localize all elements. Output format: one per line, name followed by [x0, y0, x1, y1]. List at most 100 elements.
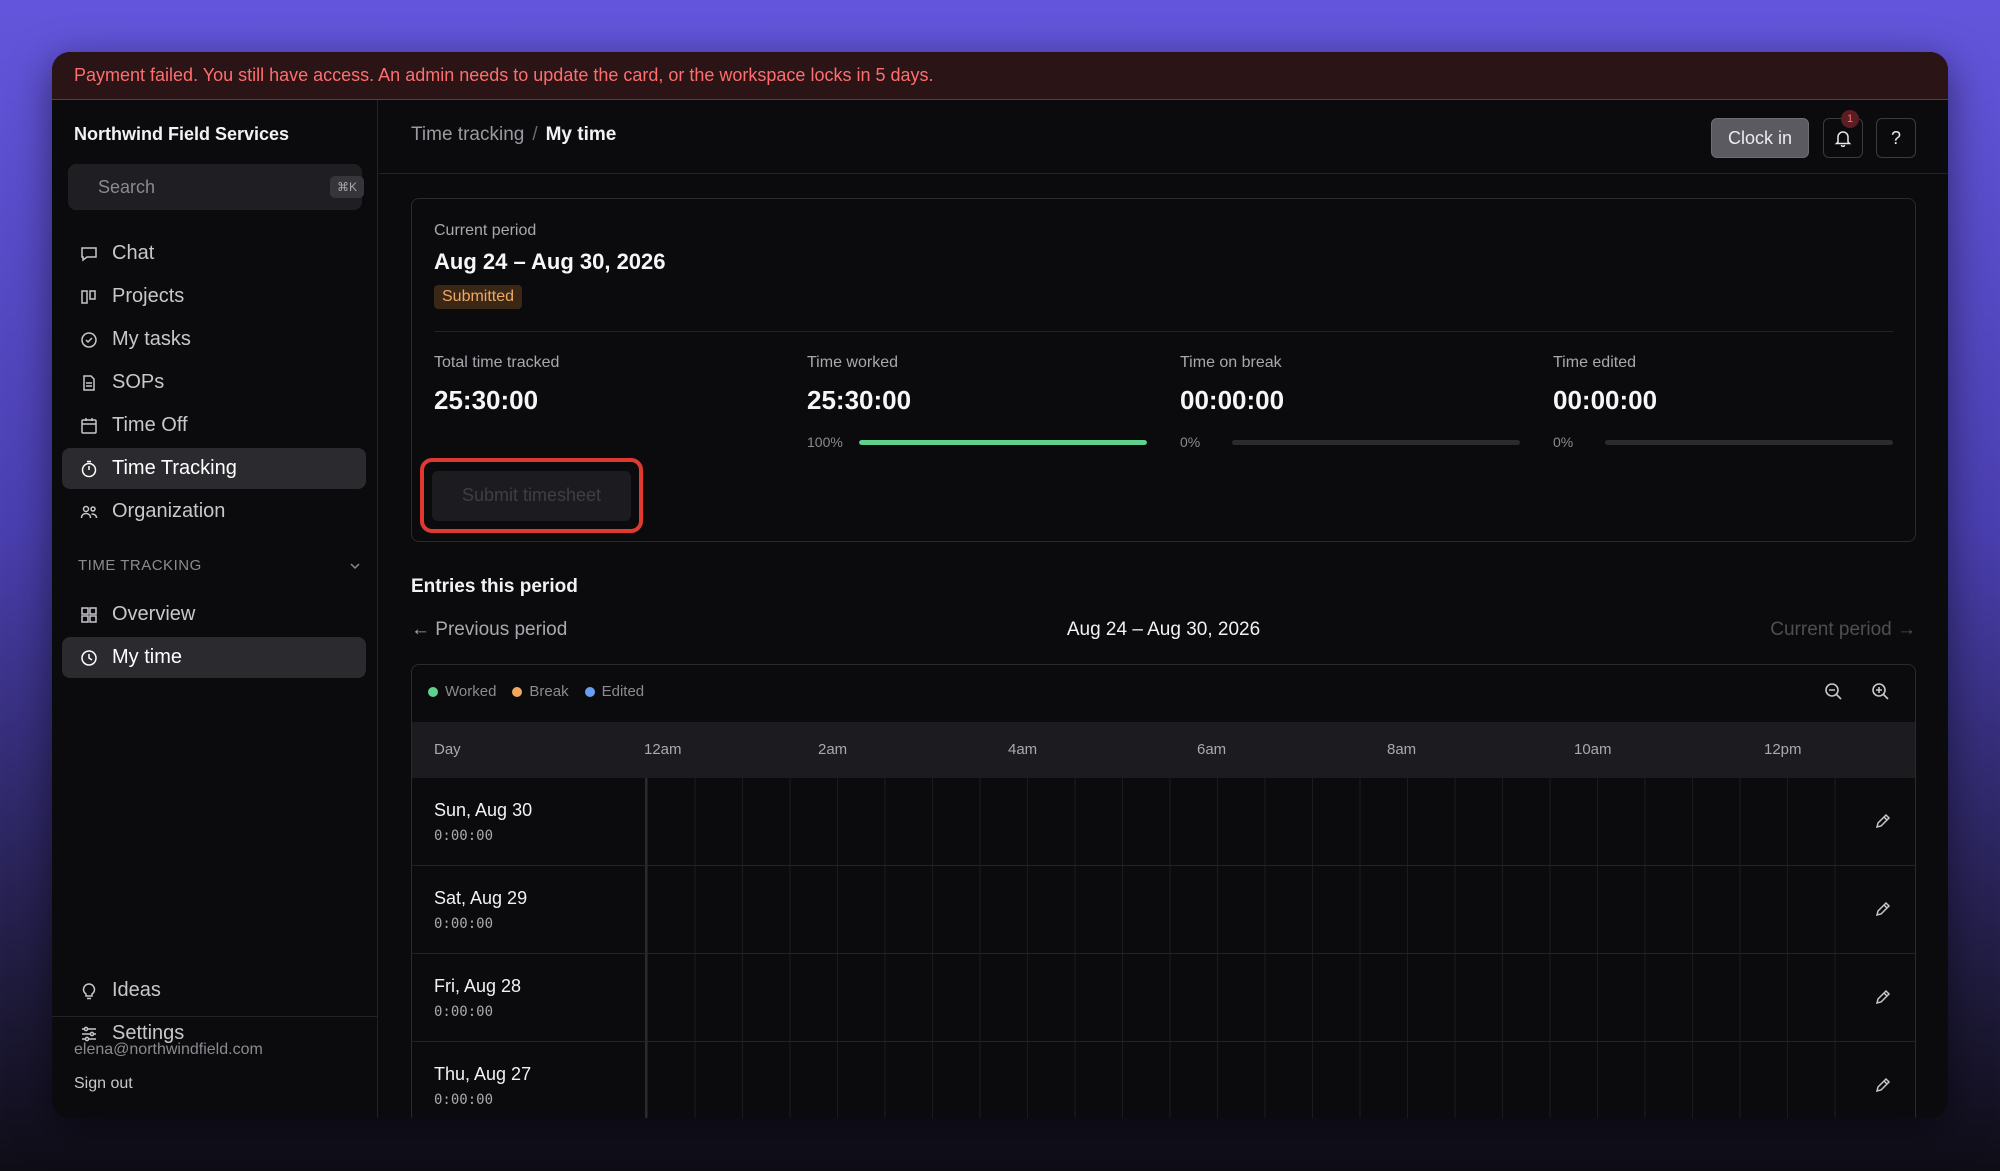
progress-fill [859, 439, 1147, 445]
row-duration: 0:00:00 [434, 1092, 494, 1108]
legend-break: Break [512, 683, 569, 700]
row-timeline[interactable] [645, 1042, 1865, 1118]
stat-time-worked: Time worked 25:30:00 100% [807, 354, 1147, 450]
grid-header: Day 12am 2am 4am 6am 8am 10am 12pm [412, 722, 1915, 778]
submit-timesheet-button[interactable]: Submit timesheet [432, 470, 631, 521]
previous-period-button[interactable]: ← Previous period [411, 619, 567, 641]
period-label: Current period [434, 222, 537, 239]
stat-label: Time worked [807, 354, 898, 371]
sidebar-item-organization[interactable]: Organization [62, 491, 366, 532]
breadcrumb-parent[interactable]: Time tracking [411, 124, 524, 145]
row-timeline[interactable] [645, 866, 1865, 953]
stat-total-time: Total time tracked 25:30:00 [434, 354, 774, 416]
hour-label: 2am [818, 741, 848, 758]
notifications-button[interactable]: 1 [1823, 110, 1863, 158]
clock-in-button[interactable]: Clock in [1710, 118, 1809, 158]
sidebar-item-ideas[interactable]: Ideas [62, 970, 366, 1011]
bell-icon [1834, 131, 1852, 147]
zoom-out-icon[interactable] [1823, 681, 1845, 703]
status-badge: Submitted [434, 285, 523, 309]
stat-value: 25:30:00 [434, 385, 539, 415]
pencil-icon[interactable] [1873, 1075, 1893, 1095]
legend-label: Worked [445, 683, 497, 700]
sidebar-item-chat[interactable]: Chat [62, 233, 366, 274]
stat-progress: 0% [1553, 434, 1893, 450]
current-period-card: Current period Aug 24 – Aug 30, 2026 Sub… [411, 198, 1916, 542]
sign-out-link[interactable]: Sign out [74, 1075, 133, 1093]
sidebar-item-time-tracking[interactable]: Time Tracking [62, 448, 366, 489]
breadcrumb-current: My time [545, 124, 617, 145]
projects-icon [81, 289, 96, 304]
sidebar-item-label: Projects [112, 285, 185, 307]
sidebar-item-time-off[interactable]: Time Off [62, 405, 366, 446]
sidebar-item-label: Chat [112, 242, 155, 264]
legend: Worked Break Edited [428, 683, 660, 700]
stat-progress: 100% [807, 434, 1147, 450]
progress-track [1232, 439, 1520, 445]
zoom-in-icon[interactable] [1870, 681, 1892, 703]
chat-icon [81, 246, 97, 261]
stat-label: Total time tracked [434, 354, 560, 371]
stat-label: Time edited [1553, 354, 1636, 371]
chevron-down-icon [350, 562, 360, 569]
row-timeline[interactable] [645, 954, 1865, 1041]
period-range: Aug 24 – Aug 30, 2026 [434, 249, 666, 274]
legend-dot [584, 686, 595, 697]
hour-label: 6am [1197, 741, 1227, 758]
submit-highlight: Submit timesheet [420, 458, 643, 533]
legend-label: Break [529, 683, 569, 700]
lightbulb-icon [82, 982, 96, 999]
sidebar-footer: elena@northwindfield.com Sign out [52, 1016, 377, 1118]
pencil-icon[interactable] [1873, 811, 1893, 831]
table-row: Fri, Aug 28 0:00:00 [412, 954, 1915, 1042]
legend-edited: Edited [584, 683, 645, 700]
hour-label: 12am [644, 741, 682, 758]
workspace-name[interactable]: Northwind Field Services [74, 124, 289, 145]
sidebar-item-label: Ideas [112, 979, 161, 1001]
hour-label: 8am [1387, 741, 1417, 758]
row-timeline[interactable] [645, 778, 1865, 865]
app-window: Payment failed. You still have access. A… [52, 52, 1948, 1118]
current-period-button[interactable]: Current period → [1770, 619, 1916, 641]
row-duration: 0:00:00 [434, 1004, 494, 1020]
stat-time-edited: Time edited 00:00:00 0% [1553, 354, 1893, 450]
stat-value: 00:00:00 [1180, 385, 1285, 415]
table-row: Sat, Aug 29 0:00:00 [412, 866, 1915, 954]
hour-label: 4am [1008, 741, 1038, 758]
pencil-icon[interactable] [1873, 987, 1893, 1007]
calendar-icon [81, 417, 97, 434]
stopwatch-icon [81, 460, 97, 477]
search-input[interactable] [98, 176, 330, 198]
day-rows: Sun, Aug 30 0:00:00 Sat, Aug 29 0:00:00 … [412, 778, 1915, 1118]
top-bar: Time tracking / My time Clock in 1 ? [379, 100, 1948, 174]
help-button[interactable]: ? [1876, 118, 1916, 158]
sidebar-item-label: Overview [112, 603, 196, 625]
pencil-icon[interactable] [1873, 899, 1893, 919]
stat-progress: 0% [1180, 434, 1520, 450]
people-icon [80, 505, 98, 518]
sidebar-item-my-time[interactable]: My time [62, 637, 366, 678]
stat-value: 00:00:00 [1553, 385, 1658, 415]
search-shortcut: ⌘K [330, 176, 365, 198]
breadcrumb-separator: / [532, 124, 538, 145]
period-navigation: Aug 24 – Aug 30, 2026 ← Previous period … [411, 619, 1916, 643]
sidebar-item-my-tasks[interactable]: My tasks [62, 319, 366, 360]
sidebar-item-label: My time [112, 646, 182, 668]
sidebar-item-projects[interactable]: Projects [62, 276, 366, 317]
main-content: Time tracking / My time Clock in 1 ? Curre… [379, 100, 1948, 1118]
legend-label: Edited [601, 683, 645, 700]
table-row: Thu, Aug 27 0:00:00 [412, 1042, 1915, 1118]
section-toggle-time-tracking[interactable]: TIME TRACKING [78, 557, 362, 574]
search-box[interactable]: ⌘K [68, 164, 365, 210]
sidebar: Northwind Field Services ⌘K Chat Project… [52, 100, 378, 1118]
entries-range: Aug 24 – Aug 30, 2026 [1066, 619, 1261, 640]
grid-icon [81, 606, 97, 623]
main-nav: Chat Projects My tasks SOPs Time Off Tim… [62, 233, 366, 534]
sidebar-item-sops[interactable]: SOPs [62, 362, 366, 403]
banner-text: Payment failed. You still have access. A… [74, 65, 934, 85]
section-label: TIME TRACKING [78, 557, 202, 574]
legend-worked: Worked [428, 683, 496, 700]
sidebar-item-overview[interactable]: Overview [62, 594, 366, 635]
timeline-grid: Worked Break Edited Day 12am 2am 4am 6am… [411, 664, 1916, 1118]
legend-dot [512, 686, 523, 697]
